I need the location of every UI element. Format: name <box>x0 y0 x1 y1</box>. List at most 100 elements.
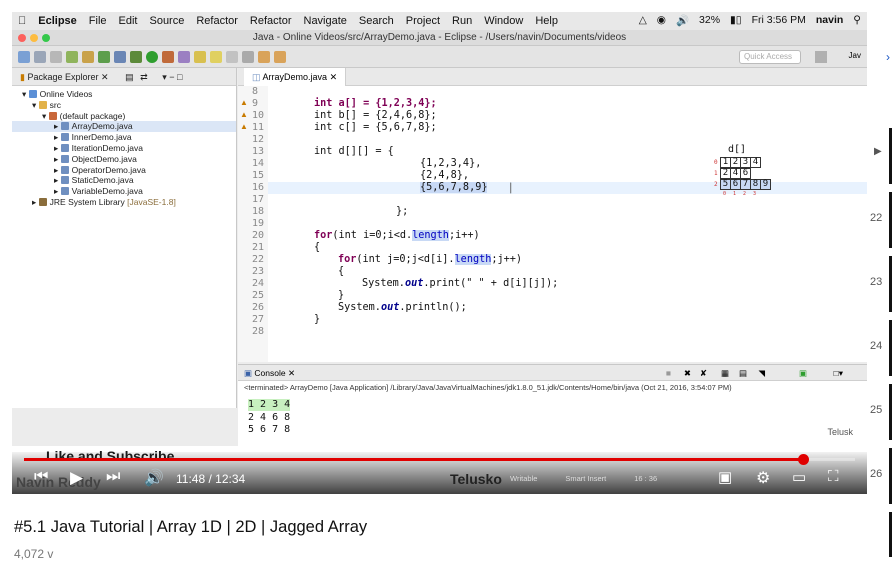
console-panel[interactable]: ▣ Console ✕ ■ ✖ ✘ ▦ ▤ ◥ ▣ □▾ <terminated… <box>238 364 867 446</box>
minimize-view-icon[interactable]: − <box>169 72 174 82</box>
tree-item-arraydemo[interactable]: ▸ ArrayDemo.java <box>12 121 236 133</box>
playlist-thumbnail[interactable] <box>889 384 892 440</box>
back-icon[interactable] <box>258 50 270 63</box>
play-icon[interactable]: ▶ <box>70 468 83 488</box>
settings-gear-icon[interactable]: ⚙ <box>756 468 770 488</box>
package-explorer-title[interactable]: Package Explorer <box>27 72 98 82</box>
wifi-icon[interactable]: ◉ <box>657 14 666 27</box>
pin-console-icon[interactable]: ◥ <box>758 365 765 381</box>
new-class-icon[interactable] <box>98 50 110 63</box>
apple-icon[interactable]:  <box>18 15 26 27</box>
collapse-arrow-icon[interactable]: ▸ <box>54 165 58 175</box>
save-icon[interactable] <box>34 50 46 63</box>
display-console-icon[interactable]: □▾ <box>834 365 843 381</box>
remove-all-icon[interactable]: ✘ <box>700 365 707 381</box>
menu-navigate[interactable]: Navigate <box>304 15 347 27</box>
tree-item-innerdemo[interactable]: ▸ InnerDemo.java <box>12 132 236 143</box>
menu-run[interactable]: Run <box>452 15 472 27</box>
collapse-arrow-icon[interactable]: ▸ <box>54 132 58 142</box>
menu-project[interactable]: Project <box>406 15 440 27</box>
collapse-arrow-icon[interactable]: ▸ <box>54 121 58 131</box>
volume-icon[interactable]: 🔊 <box>676 14 689 27</box>
run-icon[interactable] <box>146 50 158 63</box>
console-title[interactable]: Console <box>254 368 285 378</box>
warning-marker-icon[interactable]: ▲ <box>240 122 248 131</box>
run-external-icon[interactable] <box>162 50 174 63</box>
tree-item-variabledemo[interactable]: ▸ VariableDemo.java <box>12 186 236 197</box>
toggle-mark-icon[interactable] <box>226 50 238 63</box>
maximize-view-icon[interactable]: □ <box>177 72 182 82</box>
tree-item-operatordemo[interactable]: ▸ OperatorDemo.java <box>12 165 236 176</box>
menu-help[interactable]: Help <box>535 15 558 27</box>
view-menu-icon[interactable]: ▾ <box>162 72 167 82</box>
menubar-clock[interactable]: Fri 3:56 PM <box>752 14 806 27</box>
quick-access-input[interactable]: Quick Access <box>739 50 801 64</box>
expand-arrow-icon[interactable]: ▾ <box>22 89 26 99</box>
tree-item-staticdemo[interactable]: ▸ StaticDemo.java <box>12 175 236 186</box>
progress-bar[interactable] <box>24 454 855 465</box>
tree-item-iterationdemo[interactable]: ▸ IterationDemo.java <box>12 143 236 154</box>
build-icon[interactable] <box>66 50 78 63</box>
menu-file[interactable]: File <box>89 15 107 27</box>
playlist-thumbnail[interactable] <box>889 128 892 184</box>
open-console-icon[interactable]: ▣ <box>799 365 807 381</box>
subtitles-icon[interactable]: ▣ <box>718 468 732 486</box>
close-view-icon[interactable]: ✕ <box>288 368 295 378</box>
theater-mode-icon[interactable]: ▭ <box>792 468 806 486</box>
playlist-play-icon[interactable]: ▶ <box>874 146 882 157</box>
collapse-arrow-icon[interactable]: ▸ <box>54 154 58 164</box>
menu-search[interactable]: Search <box>359 15 394 27</box>
battery-percent[interactable]: 32% <box>699 14 720 27</box>
close-window-button[interactable] <box>18 34 26 42</box>
tree-item-objectdemo[interactable]: ▸ ObjectDemo.java <box>12 154 236 165</box>
spotlight-icon[interactable]: ⚲ <box>853 14 861 27</box>
menu-window[interactable]: Window <box>484 15 523 27</box>
code-editor[interactable]: ◫ ArrayDemo.java ✕ 8 9 10 11 12 13 14 15… <box>238 68 867 362</box>
warning-marker-icon[interactable]: ▲ <box>240 110 248 119</box>
tree-item-src[interactable]: ▾ src <box>12 100 236 111</box>
open-perspective-icon[interactable] <box>815 51 827 63</box>
forward-icon[interactable] <box>274 50 286 63</box>
volume-icon[interactable]: 🔊 <box>144 468 164 488</box>
tree-item-jre-library[interactable]: ▸ JRE System Library [JavaSE-1.8] <box>12 197 236 208</box>
playlist-thumbnail[interactable] <box>889 192 892 248</box>
video-player[interactable]:  Eclipse File Edit Source Refactor Refa… <box>12 12 867 494</box>
zoom-window-button[interactable] <box>42 34 50 42</box>
next-icon[interactable]: ⏭ <box>106 468 120 486</box>
perspective-java-button[interactable]: Jav <box>849 51 861 60</box>
link-editor-icon[interactable]: ⇄ <box>140 72 148 82</box>
new-package-icon[interactable] <box>82 50 94 63</box>
warning-icon[interactable]: △ <box>639 14 647 27</box>
menu-refactor-2[interactable]: Refactor <box>250 15 292 27</box>
menu-source[interactable]: Source <box>149 15 184 27</box>
playlist-thumbnail[interactable] <box>889 320 892 376</box>
collapse-all-icon[interactable]: ▤ <box>125 72 134 82</box>
annotation-icon[interactable] <box>210 50 222 63</box>
collapse-arrow-icon[interactable]: ▸ <box>32 197 36 207</box>
print-icon[interactable] <box>50 50 62 63</box>
previous-icon[interactable]: ⏮ <box>34 468 48 486</box>
expand-arrow-icon[interactable]: ▾ <box>32 100 36 110</box>
playlist-thumbnail[interactable] <box>889 448 892 504</box>
remove-launch-icon[interactable]: ✖ <box>684 365 691 381</box>
tab-arraydemo[interactable]: ◫ ArrayDemo.java ✕ <box>244 68 347 86</box>
playlist-thumbnail[interactable] <box>889 512 892 557</box>
scroll-lock-icon[interactable]: ▦ <box>721 365 729 381</box>
warning-marker-icon[interactable]: ▲ <box>240 98 248 107</box>
fullscreen-icon[interactable]: ⛶ <box>828 468 839 485</box>
collapse-arrow-icon[interactable]: ▸ <box>54 175 58 185</box>
collapse-arrow-icon[interactable]: ▸ <box>54 186 58 196</box>
menubar-user[interactable]: navin <box>816 14 843 27</box>
close-view-icon[interactable]: ✕ <box>101 72 109 82</box>
new-icon[interactable] <box>18 50 30 63</box>
menu-edit[interactable]: Edit <box>119 15 138 27</box>
debug-icon[interactable] <box>130 50 142 63</box>
minimize-window-button[interactable] <box>30 34 38 42</box>
terminate-icon[interactable]: ■ <box>666 365 671 381</box>
tree-item-default-package[interactable]: ▾ (default package) <box>12 111 236 122</box>
partial-link-icon[interactable]: › <box>886 50 890 64</box>
playlist-thumbnail[interactable] <box>889 256 892 312</box>
menu-refactor[interactable]: Refactor <box>196 15 238 27</box>
collapse-arrow-icon[interactable]: ▸ <box>54 143 58 153</box>
expand-arrow-icon[interactable]: ▾ <box>42 111 46 121</box>
